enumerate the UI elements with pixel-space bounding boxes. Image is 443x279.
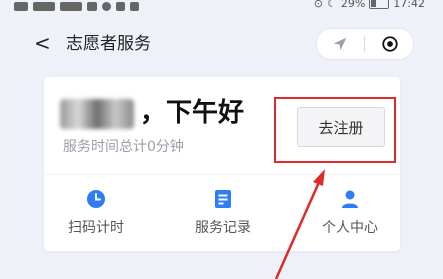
annotation-arrow — [274, 169, 325, 279]
